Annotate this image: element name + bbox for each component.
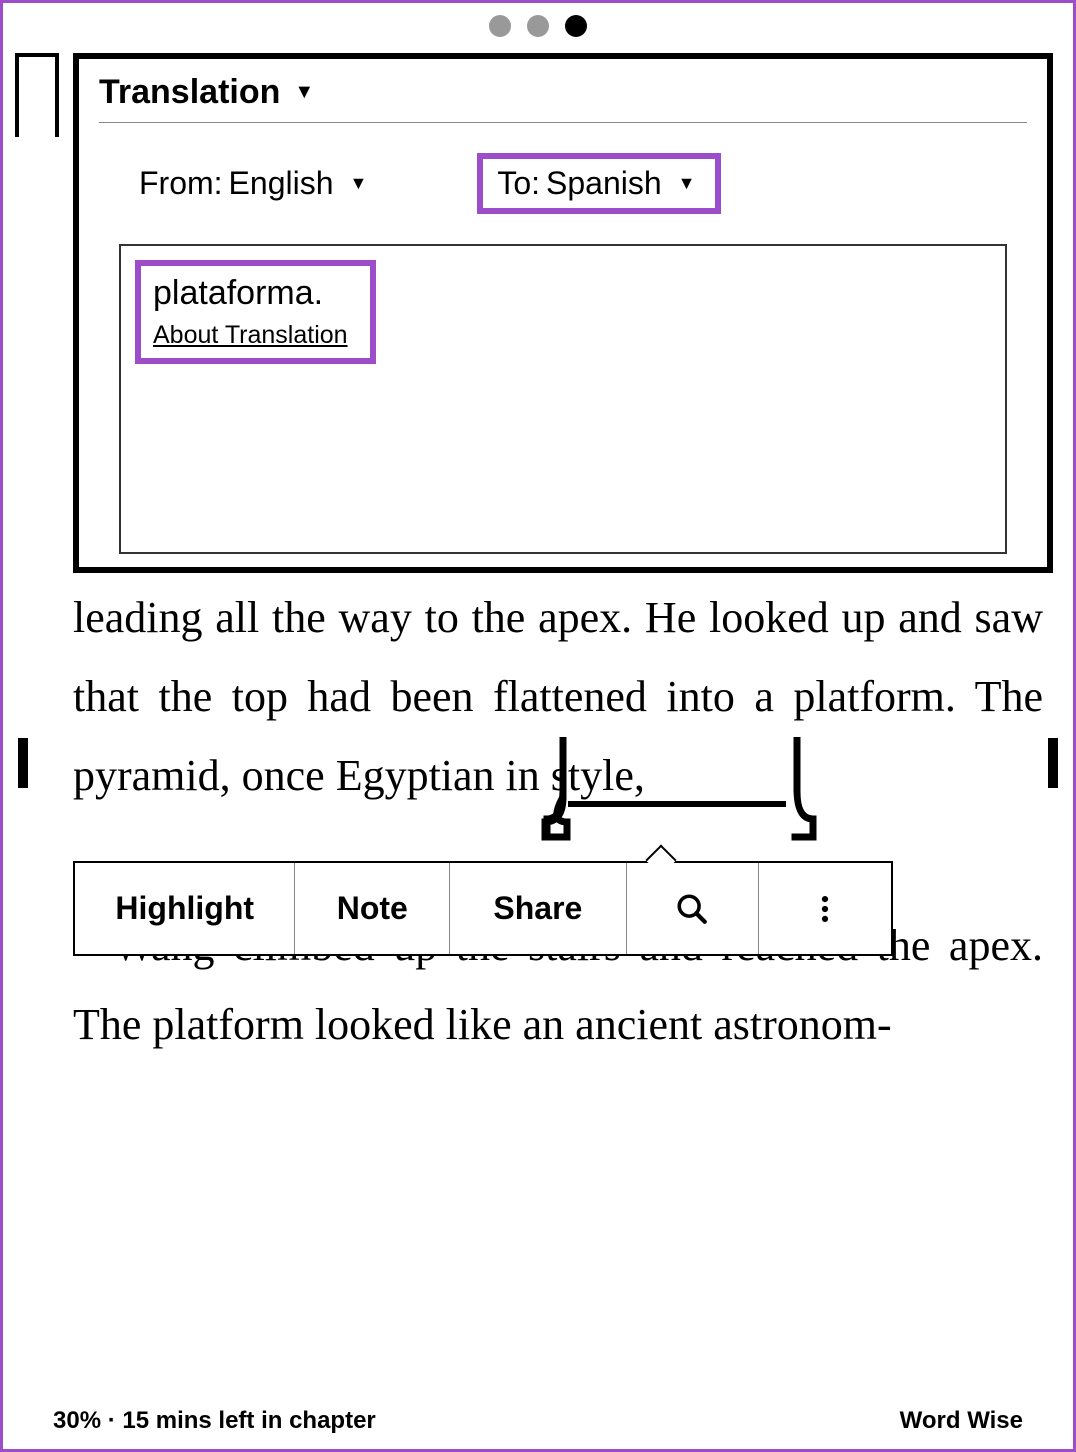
translation-result-highlight: plataforma. About Translation — [135, 260, 376, 364]
to-label: To: — [497, 165, 540, 202]
chevron-down-icon: ▼ — [350, 173, 368, 194]
about-translation-link[interactable]: About Translation — [153, 321, 348, 350]
highlight-button[interactable]: Highlight — [75, 863, 295, 954]
pagination-dots[interactable] — [489, 15, 587, 37]
chevron-down-icon: ▼ — [294, 81, 314, 104]
footer-bar: 30% · 15 mins left in chapter Word Wise — [53, 1407, 1023, 1435]
selection-bracket-right-icon — [1048, 738, 1058, 788]
language-selector-row: From: English ▼ To: Spanish ▼ — [99, 123, 1027, 234]
share-label: Share — [493, 890, 582, 927]
share-button[interactable]: Share — [450, 863, 627, 954]
translation-header-dropdown[interactable]: Translation ▼ — [99, 73, 1027, 123]
page-dot-1[interactable] — [489, 15, 511, 37]
translation-title: Translation — [99, 73, 280, 112]
page-dot-2[interactable] — [527, 15, 549, 37]
book-content[interactable]: leading all the way to the apex. He look… — [73, 578, 1043, 1064]
search-icon — [675, 892, 709, 926]
from-language: English — [229, 165, 334, 202]
reading-progress[interactable]: 30% · 15 mins left in chapter — [53, 1407, 376, 1435]
side-panel-tab[interactable] — [15, 53, 59, 137]
more-vertical-icon — [808, 892, 842, 926]
highlight-label: Highlight — [115, 890, 254, 927]
wordwise-toggle[interactable]: Word Wise — [900, 1407, 1023, 1435]
translation-result-box: plataforma. About Translation — [119, 244, 1007, 554]
from-language-selector[interactable]: From: English ▼ — [139, 165, 367, 202]
to-language: Spanish — [546, 165, 662, 202]
selection-toolbar: Highlight Note Share — [73, 861, 893, 956]
translation-panel: Translation ▼ From: English ▼ To: Spanis… — [73, 53, 1053, 573]
page-dot-3[interactable] — [565, 15, 587, 37]
note-button[interactable]: Note — [295, 863, 450, 954]
translated-text: plataforma. — [153, 274, 348, 313]
note-label: Note — [337, 890, 408, 927]
more-options-button[interactable] — [759, 863, 891, 954]
from-label: From: — [139, 165, 223, 202]
search-button[interactable] — [627, 863, 760, 954]
selection-bracket-left-icon — [18, 738, 28, 788]
book-paragraph-1[interactable]: leading all the way to the apex. He look… — [73, 578, 1043, 816]
selected-word-underline — [568, 801, 786, 807]
chevron-down-icon: ▼ — [678, 173, 696, 194]
to-language-selector[interactable]: To: Spanish ▼ — [477, 153, 721, 214]
